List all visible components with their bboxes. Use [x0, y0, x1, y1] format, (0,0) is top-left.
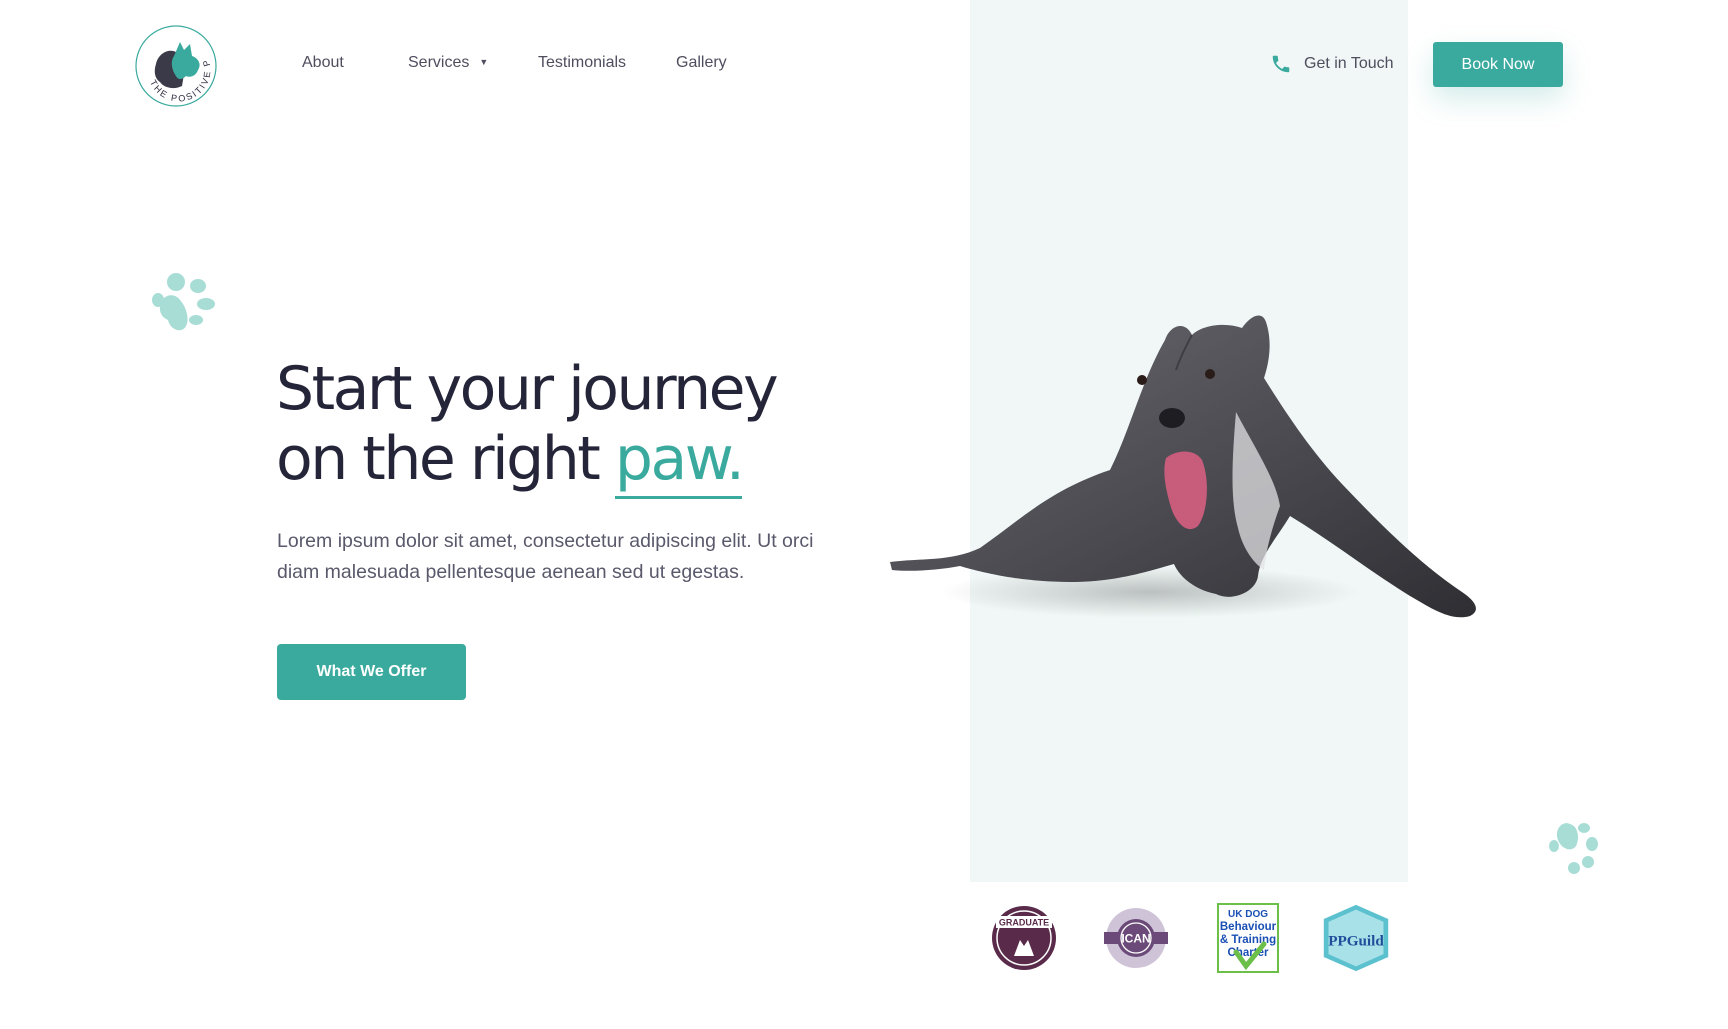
get-in-touch-link[interactable]: Get in Touch: [1270, 53, 1394, 75]
nav-about-label: About: [302, 54, 344, 71]
graduate-badge-text: GRADUATE: [999, 918, 1049, 928]
uk-dog-charter-badge: UK DOG Behaviour & Training Charter: [1217, 903, 1279, 973]
get-in-touch-label: Get in Touch: [1304, 55, 1394, 72]
nav-gallery[interactable]: Gallery: [676, 54, 727, 72]
dog-image: [890, 315, 1476, 618]
uk-dog-charter-line1: UK DOG: [1228, 909, 1268, 920]
pet-guild-badge: PPGuild: [1323, 904, 1389, 972]
nav-about[interactable]: About: [302, 54, 344, 72]
uk-dog-charter-line3: & Training: [1220, 934, 1276, 946]
nav-services-label: Services: [408, 54, 470, 71]
chevron-down-icon: ▼: [479, 57, 489, 67]
what-we-offer-button[interactable]: What We Offer: [277, 644, 466, 700]
ican-badge: ICAN: [1104, 908, 1168, 968]
nav-gallery-label: Gallery: [676, 54, 727, 71]
paw-print-icon: [152, 273, 215, 331]
hero-title-line2: on the right paw.: [276, 424, 896, 499]
nav-testimonials-label: Testimonials: [538, 54, 627, 71]
hero-description: Lorem ipsum dolor sit amet, consectetur …: [277, 530, 814, 583]
positive-pup-logo[interactable]: THE POSITIVE PUP: [134, 24, 218, 108]
nav-services[interactable]: Services ▼: [408, 54, 488, 72]
ican-badge-text: ICAN: [1121, 932, 1150, 946]
uk-dog-charter-line2: Behaviour: [1220, 921, 1277, 933]
pet-guild-badge-text: PPGuild: [1328, 933, 1384, 950]
hero-title-line2-prefix: on the right: [276, 424, 601, 494]
paw-print-icon: [1549, 823, 1598, 874]
hero-title: Start your journey on the right paw.: [276, 354, 896, 499]
nav-testimonials[interactable]: Testimonials: [538, 54, 626, 72]
hero-title-line1: Start your journey: [276, 354, 779, 424]
graduate-badge: GRADUATE: [992, 906, 1056, 970]
book-now-button[interactable]: Book Now: [1433, 42, 1563, 87]
hero-title-accent: paw.: [614, 424, 745, 499]
phone-icon: [1272, 55, 1290, 73]
